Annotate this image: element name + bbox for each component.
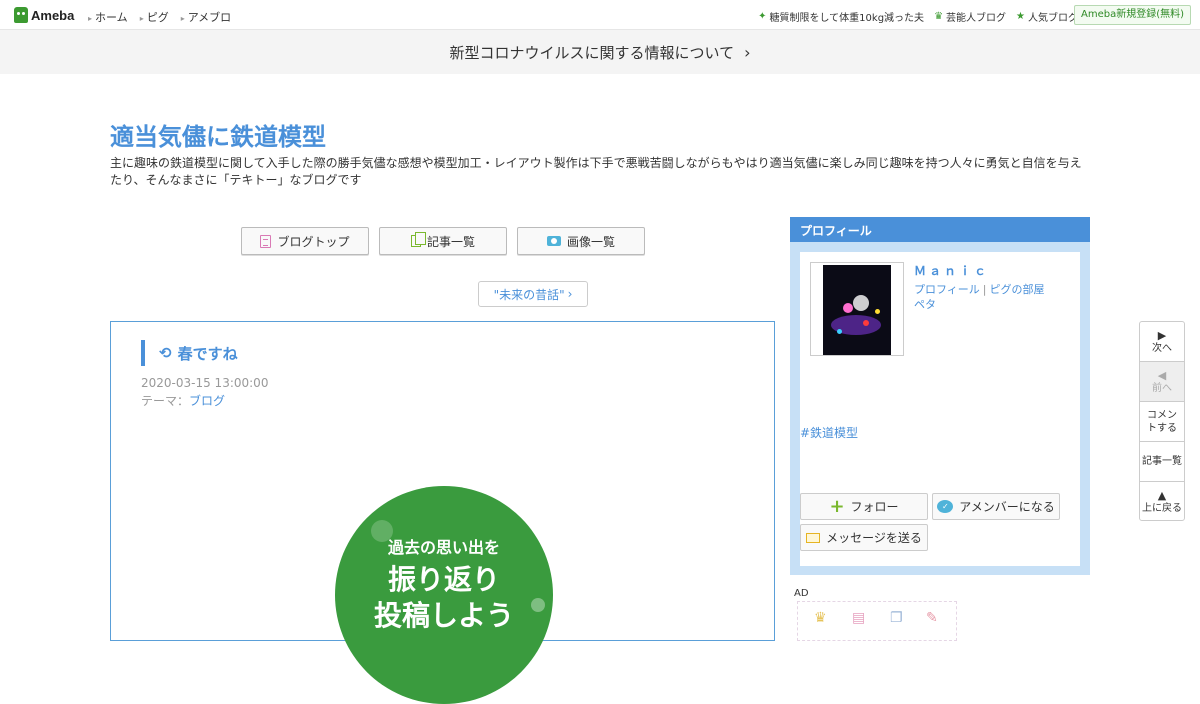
image-list-button[interactable]: 画像一覧 (517, 227, 645, 255)
header-link-celebrity[interactable]: ♛ 芸能人ブログ (934, 9, 1006, 24)
crown-icon: ♛ (934, 11, 944, 22)
blog-description: 主に趣味の鉄道模型に関して入手した際の勝手気儘な感想や模型加工・レイアウト製作は… (110, 156, 1082, 187)
header-link-diet[interactable]: ✦ 糖質制限をして体重10kg減った夫 (758, 9, 924, 24)
header-right-links: ✦ 糖質制限をして体重10kg減った夫 ♛ 芸能人ブログ ★ 人気ブログ (758, 9, 1078, 24)
image-text-line: 過去の思い出を (387, 538, 500, 557)
global-nav: ホーム ピグ アメブロ (88, 9, 231, 25)
hashtag-link[interactable]: #鉄道模型 (800, 424, 858, 441)
ad-label: AD (794, 588, 809, 599)
signup-button[interactable]: Ameba新規登録(無料) (1073, 5, 1191, 25)
sparkle-icon: ✦ (758, 11, 767, 22)
theme-label: テーマ： (141, 394, 190, 408)
peta-link[interactable]: ペタ (914, 298, 936, 311)
ameba-logo[interactable]: Ameba (14, 7, 74, 23)
memory-post-image: 過去の思い出を 振り返り 投稿しよう (335, 486, 553, 704)
profile-body: Ｍａｎｉｃ プロフィール | ピグの部屋 ペタ #鉄道模型 + フォロー ✓ アメン… (800, 252, 1080, 566)
document-icon: ▤ (852, 610, 866, 626)
theme-link[interactable]: ブログ (189, 394, 225, 408)
entry-theme: テーマ：ブログ (141, 392, 225, 409)
triangle-right-icon: ▶ (1157, 328, 1167, 342)
back-to-top-button[interactable]: ▲ 上に戻る (1140, 482, 1184, 522)
button-label: アメンバーになる (959, 500, 1055, 514)
profile-header: プロフィール (790, 217, 1090, 242)
amember-button[interactable]: ✓ アメンバーになる (932, 493, 1060, 520)
article-list-button[interactable]: 記事一覧 (379, 227, 507, 255)
next-article-title: "未来の昔話" (493, 287, 565, 302)
floating-side-nav: ▶ 次へ ◀ 前へ コメントする 記事一覧 ▲ 上に戻る (1139, 321, 1185, 521)
side-nav-label: コメントする (1147, 409, 1177, 434)
image-text-line: 投稿しよう (373, 599, 514, 632)
side-nav-label: 上に戻る (1142, 503, 1182, 514)
header-link-label: 芸能人ブログ (946, 13, 1007, 24)
side-article-list-button[interactable]: 記事一覧 (1140, 442, 1184, 482)
nav-pigg[interactable]: ピグ (140, 9, 169, 25)
button-label: ブログトップ (277, 234, 350, 249)
triangle-left-icon: ◀ (1157, 368, 1167, 382)
prev-entry-button[interactable]: ◀ 前へ (1140, 362, 1184, 402)
send-message-button[interactable]: メッセージを送る (800, 524, 928, 551)
pencil-icon: ✎ (926, 610, 938, 626)
profile-name[interactable]: Ｍａｎｉｃ (914, 262, 989, 279)
header-link-label: 糖質制限をして体重10kg減った夫 (769, 13, 925, 24)
entry-date: 2020-03-15 13:00:00 (141, 376, 269, 390)
chevron-right-icon: › (744, 42, 751, 62)
entry-title-text: 春ですね (177, 344, 238, 363)
triangle-up-icon: ▲ (1157, 489, 1167, 502)
camera-icon (546, 236, 561, 246)
avatar[interactable] (810, 262, 904, 356)
profile-link[interactable]: プロフィール (914, 283, 980, 296)
star-icon: ★ (1016, 11, 1025, 22)
train-photo (823, 265, 891, 355)
image-text-line: 振り返り (387, 563, 500, 596)
nav-home[interactable]: ホーム (88, 9, 128, 25)
comment-button[interactable]: コメントする (1140, 402, 1184, 442)
header-link-popular[interactable]: ★ 人気ブログ (1016, 9, 1078, 24)
blog-title[interactable]: 適当気儘に鉄道模型 (110, 117, 326, 152)
blog-top-button[interactable]: ブログトップ (241, 227, 369, 255)
chat-bubble-icon: ✓ (937, 500, 954, 513)
ad-banner[interactable]: ♛ ▤ ❐ ✎ (797, 601, 957, 641)
side-nav-label: 前へ (1152, 382, 1172, 394)
profile-links: プロフィール | ピグの部屋 ペタ (914, 282, 1045, 312)
button-label: メッセージを送る (826, 531, 922, 545)
article-card: ⟲ 春ですね 2020-03-15 13:00:00 テーマ：ブログ 過去の思い… (110, 321, 775, 704)
entry-title[interactable]: ⟲ 春ですね (141, 340, 238, 366)
covid-notice-banner[interactable]: 新型コロナウイルスに関する情報について › (0, 30, 1200, 74)
chevron-right-icon: › (567, 287, 573, 301)
side-nav-label: 次へ (1152, 342, 1172, 354)
button-label: 記事一覧 (426, 234, 475, 249)
pigg-room-link[interactable]: ピグの部屋 (990, 283, 1045, 296)
link-separator: | (982, 283, 987, 296)
follow-button[interactable]: + フォロー (800, 493, 928, 520)
next-entry-button[interactable]: ▶ 次へ (1140, 322, 1184, 362)
header-link-label: 人気ブログ (1028, 13, 1078, 24)
crown-icon: ♛ (814, 610, 827, 626)
button-label: フォロー (850, 500, 899, 514)
copy-icon (410, 232, 426, 247)
global-header: Ameba ホーム ピグ アメブロ ✦糖質制限をして体重10kg減った夫 ♛芸能… (0, 0, 1200, 30)
button-label: 画像一覧 (566, 234, 615, 249)
logo-text: Ameba (31, 7, 75, 23)
reblog-icon: ⟲ (159, 344, 172, 362)
profile-widget: プロフィール Ｍａｎｉｃ プロフィール | ピグの部屋 ペタ #鉄道模型 + フォロ… (790, 217, 1090, 575)
nav-ameblo[interactable]: アメブロ (181, 9, 231, 25)
ameba-mascot-icon (14, 7, 28, 23)
plus-icon: + (829, 495, 845, 517)
document-icon (260, 234, 272, 248)
mail-icon (806, 532, 821, 543)
copy-icon: ❐ (890, 610, 903, 626)
next-article-link[interactable]: "未来の昔話" › (478, 281, 588, 307)
notice-text: 新型コロナウイルスに関する情報について (449, 43, 735, 62)
side-nav-label: 記事一覧 (1142, 456, 1182, 467)
